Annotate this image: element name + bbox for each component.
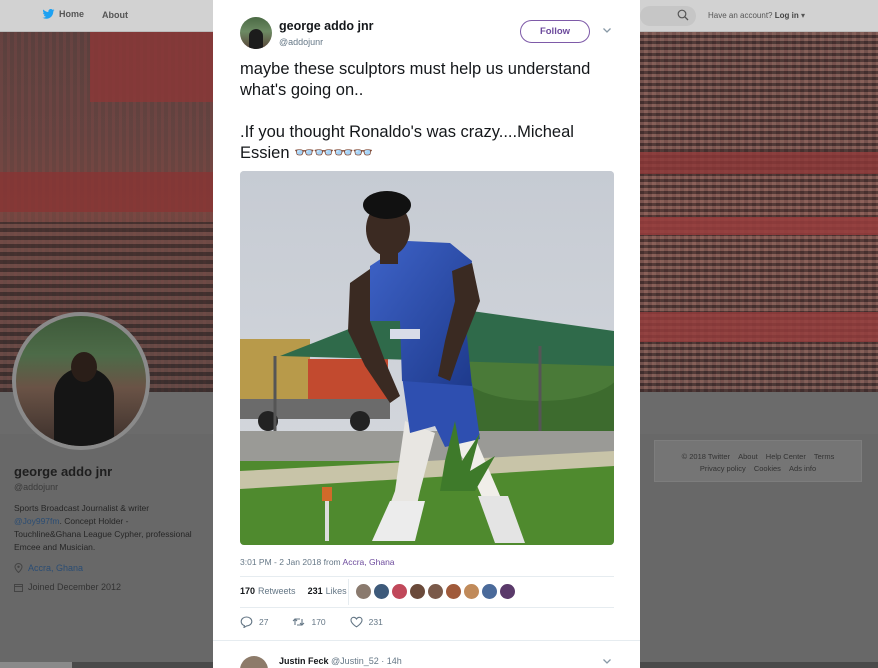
- profile-avatar[interactable]: [12, 312, 150, 450]
- tweet-text-line: .If you thought Ronaldo's was crazy....M…: [240, 122, 620, 164]
- tweet-text-line: maybe these sculptors must help us under…: [240, 60, 591, 99]
- liker-avatar[interactable]: [482, 584, 497, 599]
- chevron-down-icon: ▾: [800, 11, 805, 20]
- profile-name[interactable]: george addo jnr: [14, 464, 112, 479]
- nav-home-label: Home: [59, 9, 85, 19]
- tweet-author-handle[interactable]: @addojunr: [279, 37, 323, 47]
- footer-copyright: © 2018 Twitter: [681, 452, 730, 461]
- twitter-bird-icon: [42, 9, 55, 19]
- divider: [213, 640, 640, 641]
- login-link[interactable]: Log in: [775, 11, 799, 20]
- reply-button[interactable]: 27: [240, 616, 268, 628]
- likes-count: 231: [307, 586, 323, 596]
- location-link[interactable]: Accra, Ghana: [28, 563, 83, 573]
- profile-handle[interactable]: @addojunr: [14, 482, 58, 492]
- footer-terms-link[interactable]: Terms: [814, 452, 834, 461]
- divider: [348, 579, 349, 605]
- glasses-emoji-icon: 👓👓👓👓: [294, 144, 373, 162]
- tweet-text-segment: .If you thought Ronaldo's was crazy....M…: [240, 123, 574, 162]
- search-icon: [677, 9, 689, 21]
- divider: [240, 607, 614, 608]
- liker-avatar[interactable]: [356, 584, 371, 599]
- timestamp-text[interactable]: 3:01 PM - 2 Jan 2018 from: [240, 557, 341, 567]
- liker-avatar[interactable]: [392, 584, 407, 599]
- footer-cookies-link[interactable]: Cookies: [754, 464, 781, 473]
- footer-help-link[interactable]: Help Center: [766, 452, 806, 461]
- search-input[interactable]: [640, 6, 696, 26]
- reply-count: 27: [259, 617, 269, 627]
- calendar-icon: [14, 583, 23, 592]
- chevron-down-icon[interactable]: [601, 24, 613, 36]
- tweet-author-avatar[interactable]: [240, 17, 272, 49]
- liker-avatar[interactable]: [410, 584, 425, 599]
- location-pin-icon: [14, 563, 23, 573]
- liker-avatar[interactable]: [464, 584, 479, 599]
- reply-author-handle: @Justin_52 · 14h: [331, 656, 402, 666]
- login-prompt-text: Have an account?: [708, 11, 773, 20]
- retweet-count: 170: [311, 617, 326, 627]
- tweet-author-name[interactable]: george addo jnr: [279, 19, 373, 33]
- reply-author[interactable]: Justin Feck @Justin_52 · 14h: [279, 656, 402, 666]
- liker-avatar[interactable]: [500, 584, 515, 599]
- nav-home-link[interactable]: Home: [42, 9, 84, 19]
- joined-text: Joined December 2012: [28, 582, 122, 592]
- bio-text: Sports Broadcast Journalist & writer: [14, 503, 150, 513]
- tweet-actions: 27 170 231: [240, 616, 407, 628]
- chevron-down-icon[interactable]: [601, 655, 613, 667]
- retweets-label: Retweets: [258, 586, 296, 596]
- statue-photo-image: [240, 171, 614, 545]
- follow-button[interactable]: Follow: [520, 20, 590, 43]
- reply-author-name: Justin Feck: [279, 656, 329, 666]
- heart-icon: [350, 616, 363, 628]
- retweets-count: 170: [240, 586, 256, 596]
- like-button[interactable]: 231: [350, 616, 383, 628]
- nav-about-link[interactable]: About: [102, 10, 128, 20]
- retweet-icon: [293, 618, 305, 626]
- footer-links: © 2018 Twitter About Help Center Terms P…: [654, 440, 862, 482]
- like-count: 231: [368, 617, 383, 627]
- likes-stat[interactable]: 231 Likes: [308, 586, 347, 596]
- liker-avatar[interactable]: [446, 584, 461, 599]
- likers-avatars: [356, 584, 515, 599]
- divider: [240, 576, 614, 577]
- liker-avatar[interactable]: [428, 584, 443, 599]
- likes-label: Likes: [325, 586, 347, 596]
- footer-ads-link[interactable]: Ads info: [789, 464, 816, 473]
- profile-bio: Sports Broadcast Journalist & writer @Jo…: [14, 502, 194, 554]
- tweet-photo[interactable]: [240, 171, 614, 545]
- retweets-stat[interactable]: 170 Retweets: [240, 586, 296, 596]
- bio-mention-link[interactable]: @Joy997fm: [14, 516, 59, 526]
- footer-about-link[interactable]: About: [738, 452, 758, 461]
- profile-joined: Joined December 2012: [14, 582, 121, 592]
- tweet-timestamp: 3:01 PM - 2 Jan 2018 from Accra, Ghana: [240, 557, 395, 567]
- footer-privacy-link[interactable]: Privacy policy: [700, 464, 746, 473]
- tweet-stats: 170 Retweets 231 Likes: [240, 586, 359, 596]
- login-prompt: Have an account? Log in ▾: [708, 11, 805, 20]
- tweet-location-link[interactable]: Accra, Ghana: [343, 557, 395, 567]
- reply-icon: [240, 616, 253, 628]
- liker-avatar[interactable]: [374, 584, 389, 599]
- retweet-button[interactable]: 170: [292, 616, 326, 628]
- tweet-permalink-modal: george addo jnr @addojunr Follow maybe t…: [213, 0, 640, 668]
- reply-author-avatar[interactable]: [240, 656, 268, 668]
- profile-location: Accra, Ghana: [14, 563, 83, 573]
- tweet-text: maybe these sculptors must help us under…: [240, 59, 620, 164]
